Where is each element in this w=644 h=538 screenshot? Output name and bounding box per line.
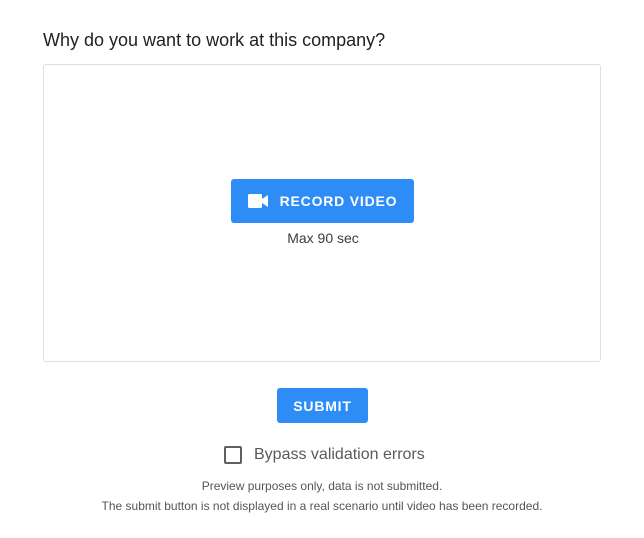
video-recorder-panel: RECORD VIDEO Max 90 sec (43, 64, 601, 362)
record-video-label: RECORD VIDEO (279, 193, 398, 209)
bypass-validation-row[interactable]: Bypass validation errors (224, 446, 425, 464)
video-question-page: Why do you want to work at this company?… (0, 0, 644, 538)
max-duration-note: Max 90 sec (287, 230, 359, 246)
preview-note: Preview purposes only, data is not submi… (201, 479, 443, 493)
question-title: Why do you want to work at this company? (43, 30, 386, 50)
record-video-button[interactable]: RECORD VIDEO (231, 179, 414, 223)
submit-hidden-note: The submit button is not displayed in a … (101, 499, 543, 513)
bypass-validation-checkbox[interactable] (224, 446, 242, 464)
video-camera-icon (247, 194, 268, 208)
bypass-validation-label[interactable]: Bypass validation errors (254, 446, 425, 464)
submit-button[interactable]: SUBMIT (277, 388, 368, 423)
